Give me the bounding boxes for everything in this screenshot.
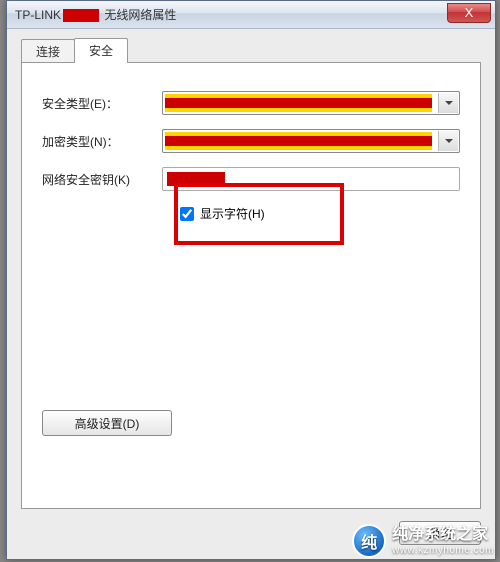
encryption-type-wrap xyxy=(162,129,460,153)
security-type-select[interactable] xyxy=(162,91,460,115)
title-suffix: 无线网络属性 xyxy=(104,8,176,22)
row-encryption-type: 加密类型(N)： xyxy=(42,129,460,153)
watermark-url: www.kzmyhome.com xyxy=(392,545,494,557)
tab-strip: 连接 安全 xyxy=(21,41,481,63)
advanced-settings-button[interactable]: 高级设置(D) xyxy=(42,410,172,436)
security-type-wrap xyxy=(162,91,460,115)
redacted-security-value xyxy=(165,94,432,112)
properties-dialog: TP-LINK 无线网络属性 X 连接 安全 安全类型(E)： 加密类型(N)： xyxy=(6,0,496,560)
watermark-logo-icon: 纯 xyxy=(352,524,386,558)
network-key-input[interactable] xyxy=(162,167,460,191)
title-prefix: TP-LINK xyxy=(15,8,61,22)
label-show-chars: 显示字符(H) xyxy=(200,205,265,222)
window-title: TP-LINK 无线网络属性 xyxy=(15,6,176,23)
row-show-chars: 显示字符(H) xyxy=(180,205,460,222)
tab-security[interactable]: 安全 xyxy=(74,38,128,63)
chevron-down-icon[interactable] xyxy=(438,131,458,151)
watermark: 纯 纯净系统之家 www.kzmyhome.com xyxy=(352,524,494,558)
encryption-type-select[interactable] xyxy=(162,129,460,153)
tab-container: 连接 安全 安全类型(E)： 加密类型(N)： xyxy=(21,41,481,509)
label-security-type: 安全类型(E)： xyxy=(42,95,162,112)
label-network-key: 网络安全密钥(K) xyxy=(42,171,162,188)
watermark-name: 纯净系统之家 xyxy=(392,525,494,544)
close-button[interactable]: X xyxy=(447,3,491,23)
chevron-down-icon[interactable] xyxy=(438,93,458,113)
watermark-text: 纯净系统之家 www.kzmyhome.com xyxy=(392,525,494,556)
row-network-key: 网络安全密钥(K) xyxy=(42,167,460,191)
redacted-ssid xyxy=(63,9,99,22)
row-security-type: 安全类型(E)： xyxy=(42,91,460,115)
tab-body-security: 安全类型(E)： 加密类型(N)： 网络安全 xyxy=(21,62,481,509)
show-chars-checkbox[interactable] xyxy=(180,207,194,221)
title-bar[interactable]: TP-LINK 无线网络属性 X xyxy=(7,1,495,29)
tab-connection[interactable]: 连接 xyxy=(21,39,75,63)
redacted-encryption-value xyxy=(165,132,432,150)
redacted-key-value xyxy=(167,172,225,186)
label-encryption-type: 加密类型(N)： xyxy=(42,133,162,150)
